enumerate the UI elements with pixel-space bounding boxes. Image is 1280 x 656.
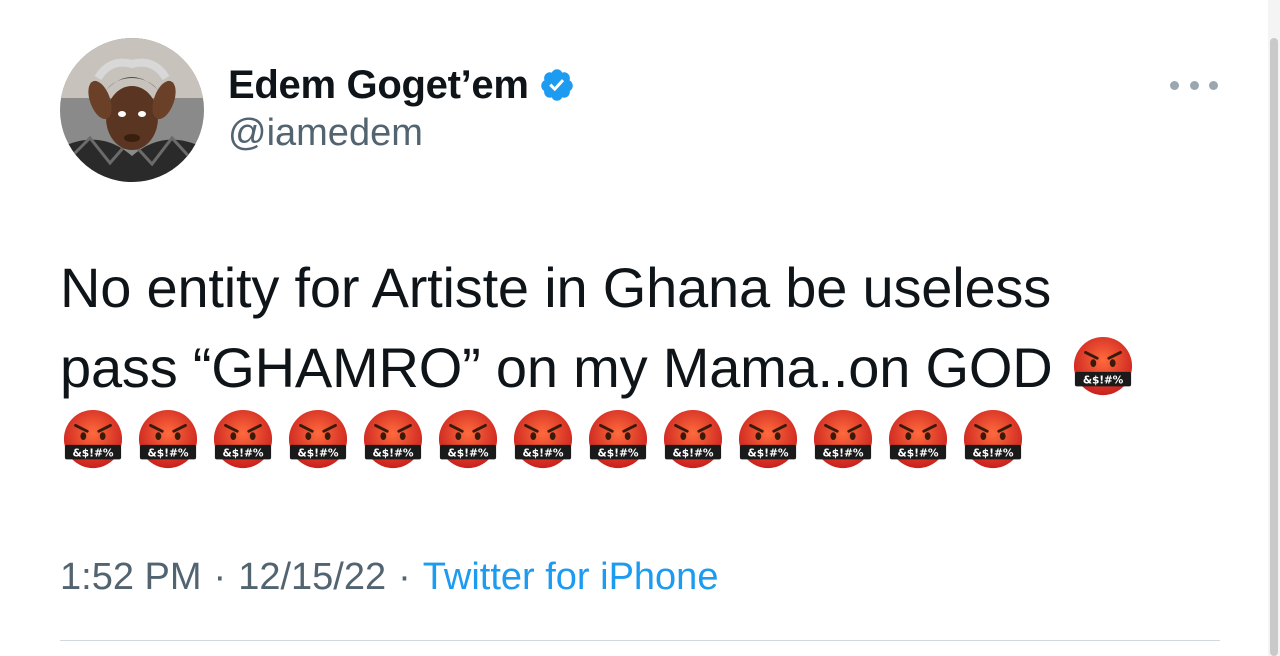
tweet-date[interactable]: 12/15/22	[238, 556, 386, 598]
cursing-face-emoji-icon	[137, 408, 199, 470]
cursing-face-emoji-icon	[212, 408, 274, 470]
author-name-row[interactable]: Edem Goget’em	[228, 60, 575, 110]
tweet-text-line-1: No entity for Artiste in Ghana be useles…	[60, 256, 1051, 319]
cursing-face-emoji-icon	[1072, 335, 1134, 397]
cursing-face-emoji-icon	[662, 408, 724, 470]
tweet-text: No entity for Artiste in Ghana be useles…	[60, 248, 1230, 408]
cursing-face-emoji-icon	[437, 408, 499, 470]
divider	[60, 640, 1220, 641]
more-options-icon[interactable]	[1170, 70, 1218, 100]
cursing-face-emoji-icon	[362, 408, 424, 470]
tweet-source-link[interactable]: Twitter for iPhone	[423, 556, 719, 598]
cursing-face-emoji-icon	[62, 408, 124, 470]
more-dot	[1170, 80, 1179, 90]
cursing-face-emoji-icon	[287, 408, 349, 470]
author-handle[interactable]: @iamedem	[228, 112, 423, 155]
tweet-time[interactable]: 1:52 PM	[60, 556, 202, 598]
tweet-text-line-2-content: pass “GHAMRO” on my Mama..on GOD	[60, 336, 1053, 399]
more-dot	[1189, 80, 1199, 90]
verified-badge-icon	[540, 69, 573, 101]
emoji-row	[62, 408, 1024, 474]
scrollbar-thumb[interactable]	[1270, 38, 1278, 656]
tweet-view: Edem Goget’em @iamedem No entity for Art…	[0, 0, 1280, 656]
cursing-face-emoji-icon	[737, 408, 799, 470]
scrollbar[interactable]	[1268, 0, 1280, 656]
cursing-face-emoji-icon	[587, 408, 649, 470]
cursing-face-emoji-icon	[887, 408, 949, 470]
avatar-image	[60, 38, 204, 182]
more-dot	[1209, 80, 1218, 90]
cursing-face-emoji-icon	[962, 408, 1024, 470]
cursing-face-emoji-icon	[512, 408, 574, 470]
meta-separator: ·	[398, 556, 411, 598]
avatar[interactable]	[60, 38, 204, 182]
author-display-name[interactable]: Edem Goget’em	[228, 63, 529, 108]
cursing-face-emoji-icon	[812, 408, 874, 470]
tweet-meta: 1:52 PM · 12/15/22 · Twitter for iPhone	[60, 556, 718, 599]
tweet-text-line-2: pass “GHAMRO” on my Mama..on GOD	[60, 328, 1230, 408]
meta-separator: ·	[213, 556, 227, 598]
